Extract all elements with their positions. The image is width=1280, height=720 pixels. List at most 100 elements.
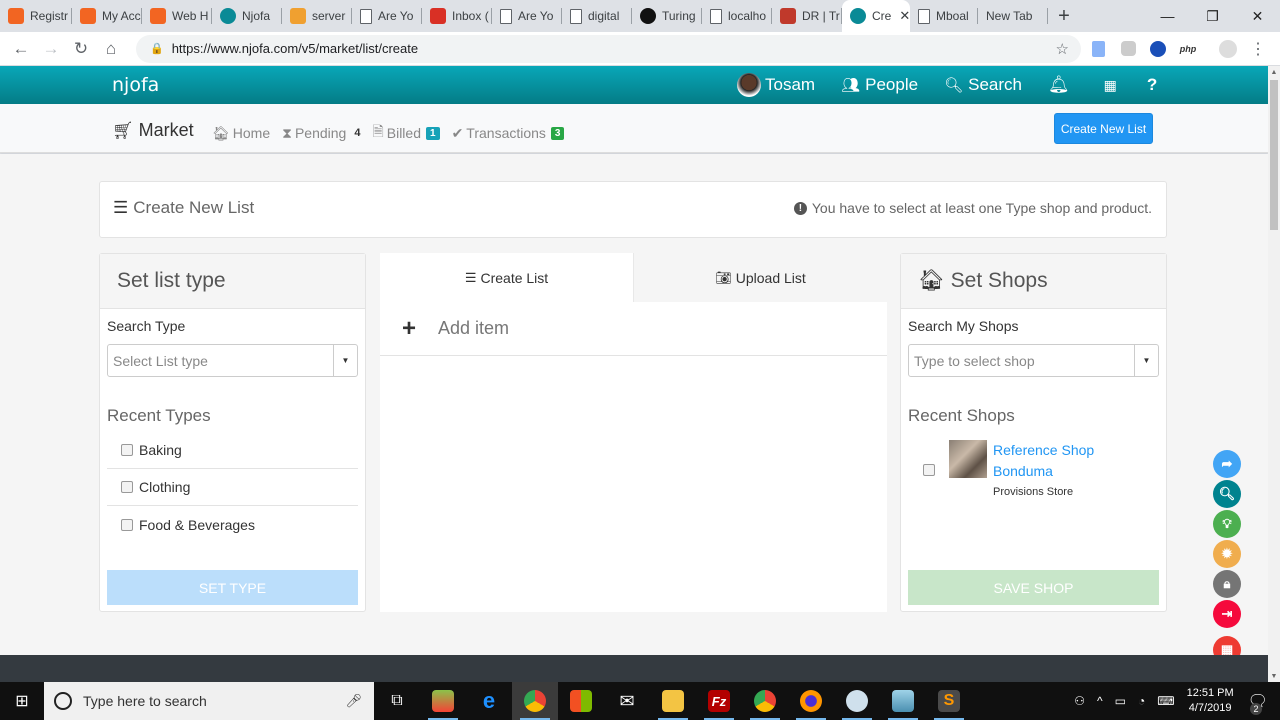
bluestacks-icon[interactable] [420,682,466,720]
taskbar-clock[interactable]: 12:51 PM 4/7/2019 [1187,686,1234,716]
set-type-button[interactable]: SET TYPE [107,570,358,605]
browser-tab[interactable]: Are Yo [352,0,422,32]
scrollbar-thumb[interactable] [1270,80,1278,230]
recent-type-item[interactable]: Clothing [107,469,358,506]
shop-checkbox[interactable] [923,464,935,476]
keyboard-icon[interactable]: ⌨ [1157,694,1174,708]
taskbar-search[interactable]: Type here to search 🎤︎ [44,682,374,720]
idea-fab-icon[interactable]: 💡︎ [1213,510,1241,538]
browser-tab[interactable]: Inbox ( [422,0,492,32]
tab-upload-list[interactable]: 📷︎ Upload List [633,253,887,302]
home-link[interactable]: 🏠︎ Home [212,125,270,142]
shop-name-link[interactable]: Reference Shop Bonduma [993,440,1094,482]
browser-tab[interactable]: Web H [142,0,212,32]
tray-expand-icon[interactable]: ^ [1097,694,1103,708]
tab-title: My Acc [102,9,141,23]
pending-link[interactable]: ⧗ Pending 4 [282,125,360,142]
search-link[interactable]: 🔍︎ Search [944,75,1022,95]
search-fab-icon[interactable]: 🔍︎ [1213,480,1241,508]
chrome-icon[interactable] [512,682,558,720]
forward-icon[interactable]: → [36,34,66,64]
profile-icon[interactable] [1215,36,1241,62]
user-menu[interactable]: Tosam [737,73,815,97]
action-center-icon[interactable]: 🗨︎ 2 [1248,691,1268,715]
chrome-icon[interactable] [742,682,788,720]
njofa-logo[interactable]: njofa [112,74,159,96]
edge-icon[interactable]: e [466,682,512,720]
people-link[interactable]: 👥︎ People [841,75,918,95]
browser-tab[interactable]: DR | Tr [772,0,842,32]
shop-select[interactable]: Type to select shop ▼ [908,344,1159,377]
browser-tab[interactable]: localho [702,0,772,32]
new-tab-button[interactable]: + [1048,0,1080,32]
browser-tab[interactable]: My Acc [72,0,142,32]
transactions-link[interactable]: ✔ Transactions 3 [452,125,565,142]
market-label: Market [138,120,194,140]
billed-link[interactable]: 🗎 Billed 1 [372,121,440,145]
chevron-down-icon[interactable]: ▼ [1134,345,1158,376]
restore-button[interactable]: ❐ [1190,0,1235,32]
bookmark-star-icon[interactable]: ☆ [1056,40,1069,58]
tab-create-list[interactable]: ☰ Create List [380,253,633,302]
browser-tab[interactable]: Are Yo [492,0,562,32]
browser-tab[interactable]: Njofa [212,0,282,32]
notifications-bell-icon[interactable]: 🔔︎ [1048,75,1070,95]
market-subnav: 🛒︎ Market 🏠︎ Home ⧗ Pending 4 🗎 Billed 1 ✔ Tra… [0,104,1268,153]
page-scrollbar[interactable]: ▲ ▼ [1268,66,1280,682]
battery-icon[interactable]: ▭ [1115,694,1126,708]
eagle-extension-icon[interactable] [1145,36,1171,62]
browser-tab[interactable]: Mboal [910,0,978,32]
store-icon[interactable] [558,682,604,720]
type-checkbox[interactable] [121,481,133,493]
paint-icon[interactable] [834,682,880,720]
create-new-list-button[interactable]: Create New List [1054,113,1153,144]
menu-kebab-icon[interactable]: ⋮ [1245,36,1271,62]
windows-start-icon[interactable]: ⊞ [0,682,44,720]
type-checkbox[interactable] [121,518,133,531]
microphone-icon[interactable]: 🎤︎ [345,693,362,709]
home-icon[interactable]: ⌂ [96,34,126,64]
chevron-down-icon[interactable]: ▼ [333,345,357,376]
browser-tab[interactable]: digital [562,0,632,32]
cube-extension-icon[interactable] [1115,36,1141,62]
browser-tab[interactable]: Cre ✕ [842,0,910,32]
close-window-button[interactable]: ✕ [1235,0,1280,32]
scroll-down-icon[interactable]: ▼ [1268,670,1280,682]
bug-fab-icon[interactable]: ✹ [1213,540,1241,568]
recent-shops-label: Recent Shops [908,406,1015,425]
recent-type-item[interactable]: Baking [107,432,358,469]
mail-icon[interactable]: ✉ [604,682,650,720]
type-checkbox[interactable] [121,444,133,456]
save-shop-button[interactable]: SAVE SHOP [908,570,1159,605]
docs-extension-icon[interactable] [1085,36,1111,62]
sublime-text-icon[interactable]: S [926,682,972,720]
wifi-icon[interactable]: ◔ [1138,694,1145,708]
browser-tab[interactable]: server [282,0,352,32]
share-fab-icon[interactable]: ➦ [1213,450,1241,478]
file-explorer-icon[interactable] [650,682,696,720]
lock-fab-icon[interactable]: 🔒︎ [1213,570,1241,598]
njofa-teal-icon [850,8,866,24]
firefox-icon[interactable] [788,682,834,720]
notepad-icon[interactable] [880,682,926,720]
add-item-row[interactable]: + Add item [380,302,887,356]
task-view-icon[interactable]: ⧉ [374,682,420,720]
php-extension-icon[interactable]: php [1175,36,1201,62]
list-type-select[interactable]: Select List type ▼ [107,344,358,377]
logout-fab-icon[interactable]: ⇥ [1213,600,1241,628]
help-icon[interactable]: ? [1147,75,1157,95]
address-bar[interactable]: 🔒 https://www.njofa.com/v5/market/list/c… [136,34,1081,63]
browser-tab[interactable]: Registr [0,0,72,32]
recent-type-item[interactable]: Food & Beverages [107,506,358,543]
filezilla-icon[interactable]: Fz [696,682,742,720]
back-icon[interactable]: ← [6,34,36,64]
minimize-button[interactable]: — [1145,0,1190,32]
people-tray-icon[interactable]: ⚇ [1074,694,1085,708]
scroll-up-icon[interactable]: ▲ [1268,66,1280,78]
apps-grid-icon[interactable]: ▦ [1104,77,1117,94]
browser-tab[interactable]: Turing [632,0,702,32]
market-title[interactable]: 🛒︎ Market [112,120,194,141]
close-tab-icon[interactable]: ✕ [899,8,910,24]
browser-tab[interactable]: New Tab [978,0,1048,32]
reload-icon[interactable]: ↻ [66,34,96,64]
